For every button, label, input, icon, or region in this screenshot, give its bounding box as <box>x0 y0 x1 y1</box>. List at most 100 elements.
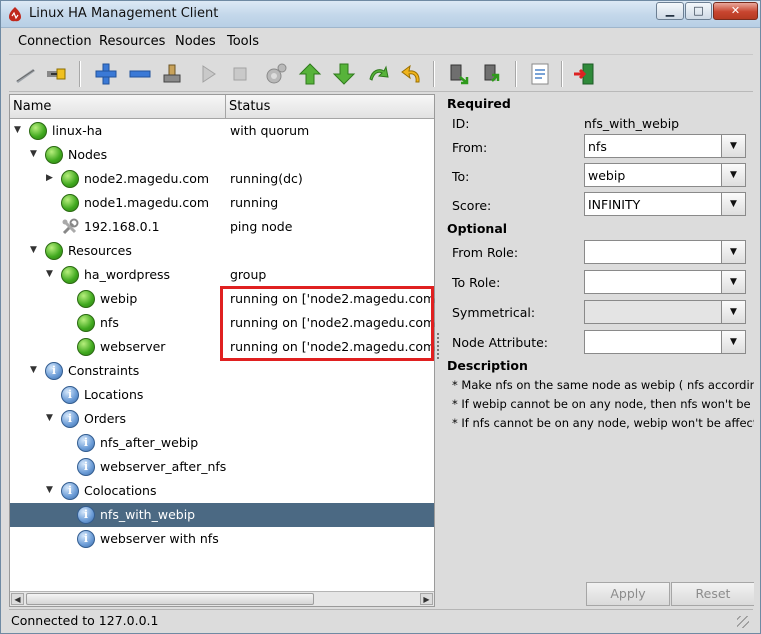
tree-row-linux-ha[interactable]: ▼ linux-ha with quorum <box>10 119 434 143</box>
tree-label: webserver with nfs <box>100 531 219 546</box>
tree-row-orders[interactable]: ▼ i Orders <box>10 407 434 431</box>
window-title: Linux HA Management Client <box>29 6 219 21</box>
menu-connection[interactable]: Connection <box>18 34 92 49</box>
column-header-name[interactable]: Name <box>10 95 226 119</box>
chevron-down-icon[interactable]: ▼ <box>721 331 745 353</box>
node-attribute-select[interactable]: ▼ <box>584 330 746 354</box>
reset-button[interactable]: Reset <box>671 582 754 606</box>
menu-resources[interactable]: Resources <box>99 34 165 49</box>
to-role-label: To Role: <box>452 275 501 290</box>
toolbar-separator <box>433 61 435 87</box>
collapse-arrow-icon[interactable]: ▼ <box>44 269 55 280</box>
tree-label: linux-ha <box>52 123 103 138</box>
from-select[interactable]: nfs ▼ <box>584 134 746 158</box>
menu-nodes[interactable]: Nodes <box>175 34 216 49</box>
from-role-select[interactable]: ▼ <box>584 240 746 264</box>
required-section-title: Required <box>447 96 511 111</box>
collapse-arrow-icon[interactable]: ▼ <box>44 413 55 424</box>
to-select[interactable]: webip ▼ <box>584 163 746 187</box>
cleanup-icon[interactable] <box>159 61 185 87</box>
settings-icon[interactable] <box>263 61 289 87</box>
tree-row-locations[interactable]: i Locations <box>10 383 434 407</box>
tree-row-resources[interactable]: ▼ Resources <box>10 239 434 263</box>
view-xml-icon[interactable] <box>527 61 553 87</box>
scroll-left-icon[interactable]: ◀ <box>11 593 24 605</box>
tree-row-ping-node[interactable]: 192.168.0.1 ping node <box>10 215 434 239</box>
red-highlight-box <box>220 286 434 361</box>
description-section-title: Description <box>447 358 528 373</box>
move-down-icon[interactable] <box>331 61 357 87</box>
move-up-icon[interactable] <box>297 61 323 87</box>
close-button[interactable]: ✕ <box>713 2 758 20</box>
tree-row-ha-wordpress[interactable]: ▼ ha_wordpress group <box>10 263 434 287</box>
title-bar[interactable]: Linux HA Management Client ▁ □ ✕ <box>1 1 760 28</box>
collapse-arrow-icon[interactable]: ▼ <box>12 125 23 136</box>
heartbeat-logo-icon <box>9 7 21 22</box>
chevron-down-icon[interactable]: ▼ <box>721 271 745 293</box>
tree-row-node2[interactable]: ▶ node2.magedu.com running(dc) <box>10 167 434 191</box>
from-label: From: <box>452 140 488 155</box>
green-status-icon <box>45 146 63 164</box>
tree-label: ha_wordpress <box>84 267 171 282</box>
tree-label: node2.magedu.com <box>84 171 210 186</box>
info-icon: i <box>77 458 95 476</box>
chevron-down-icon[interactable]: ▼ <box>721 135 745 157</box>
undo-icon[interactable] <box>399 61 425 87</box>
resize-grip-icon[interactable] <box>737 616 749 628</box>
standby-icon[interactable] <box>445 61 471 87</box>
tree-label: Resources <box>68 243 132 258</box>
login-icon[interactable] <box>13 61 39 87</box>
tree-label: Locations <box>84 387 144 402</box>
tree-row-nfs-with-webip[interactable]: i nfs_with_webip <box>10 503 434 527</box>
to-select-value: webip <box>588 168 626 183</box>
tree-row-colocations[interactable]: ▼ i Colocations <box>10 479 434 503</box>
exit-icon[interactable] <box>571 61 597 87</box>
minimize-button[interactable]: ▁ <box>656 2 684 20</box>
info-icon: i <box>45 362 63 380</box>
tree-row-webserver-with-nfs[interactable]: i webserver with nfs <box>10 527 434 551</box>
add-icon[interactable] <box>93 61 119 87</box>
column-header-status[interactable]: Status <box>226 95 434 119</box>
collapse-arrow-icon[interactable]: ▼ <box>28 365 39 376</box>
green-status-icon <box>77 314 95 332</box>
collapse-arrow-icon[interactable]: ▼ <box>44 485 55 496</box>
chevron-down-icon[interactable]: ▼ <box>721 164 745 186</box>
start-icon[interactable] <box>195 61 221 87</box>
collapse-arrow-icon[interactable]: ▼ <box>28 245 39 256</box>
menu-tools[interactable]: Tools <box>227 34 259 49</box>
chevron-down-icon[interactable]: ▼ <box>721 193 745 215</box>
to-role-select[interactable]: ▼ <box>584 270 746 294</box>
green-status-icon <box>61 266 79 284</box>
tree-row-node1[interactable]: node1.magedu.com running <box>10 191 434 215</box>
chevron-down-icon[interactable]: ▼ <box>721 241 745 263</box>
info-icon: i <box>61 482 79 500</box>
stop-icon[interactable] <box>227 61 253 87</box>
symmetrical-select[interactable]: ▼ <box>584 300 746 324</box>
logout-icon[interactable] <box>43 61 69 87</box>
maximize-button[interactable]: □ <box>685 2 712 20</box>
green-status-icon <box>77 290 95 308</box>
info-icon: i <box>77 530 95 548</box>
tree-row-nodes[interactable]: ▼ Nodes <box>10 143 434 167</box>
active-icon[interactable] <box>479 61 505 87</box>
scroll-right-icon[interactable]: ▶ <box>420 593 433 605</box>
tree-status: with quorum <box>230 123 310 138</box>
score-select-value: INFINITY <box>588 197 641 212</box>
expand-arrow-icon[interactable]: ▶ <box>44 173 55 184</box>
chevron-down-icon[interactable]: ▼ <box>721 301 745 323</box>
toolbar-separator <box>561 61 563 87</box>
tree-row-nfs-after-webip[interactable]: i nfs_after_webip <box>10 431 434 455</box>
scrollbar-thumb[interactable] <box>26 593 314 605</box>
tree-row-constraints[interactable]: ▼ i Constraints <box>10 359 434 383</box>
tree-label: Colocations <box>84 483 157 498</box>
remove-icon[interactable] <box>127 61 153 87</box>
resource-tree-panel: Name Status ▼ linux-ha with quorum ▼ Nod… <box>9 94 444 607</box>
tree-row-webserver-after-nfs[interactable]: i webserver_after_nfs <box>10 455 434 479</box>
green-status-icon <box>77 338 95 356</box>
horizontal-scrollbar[interactable]: ◀ ▶ <box>10 591 434 606</box>
score-select[interactable]: INFINITY ▼ <box>584 192 746 216</box>
collapse-arrow-icon[interactable]: ▼ <box>28 149 39 160</box>
id-value: nfs_with_webip <box>584 116 680 131</box>
migrate-icon[interactable] <box>365 61 391 87</box>
apply-button[interactable]: Apply <box>586 582 670 606</box>
